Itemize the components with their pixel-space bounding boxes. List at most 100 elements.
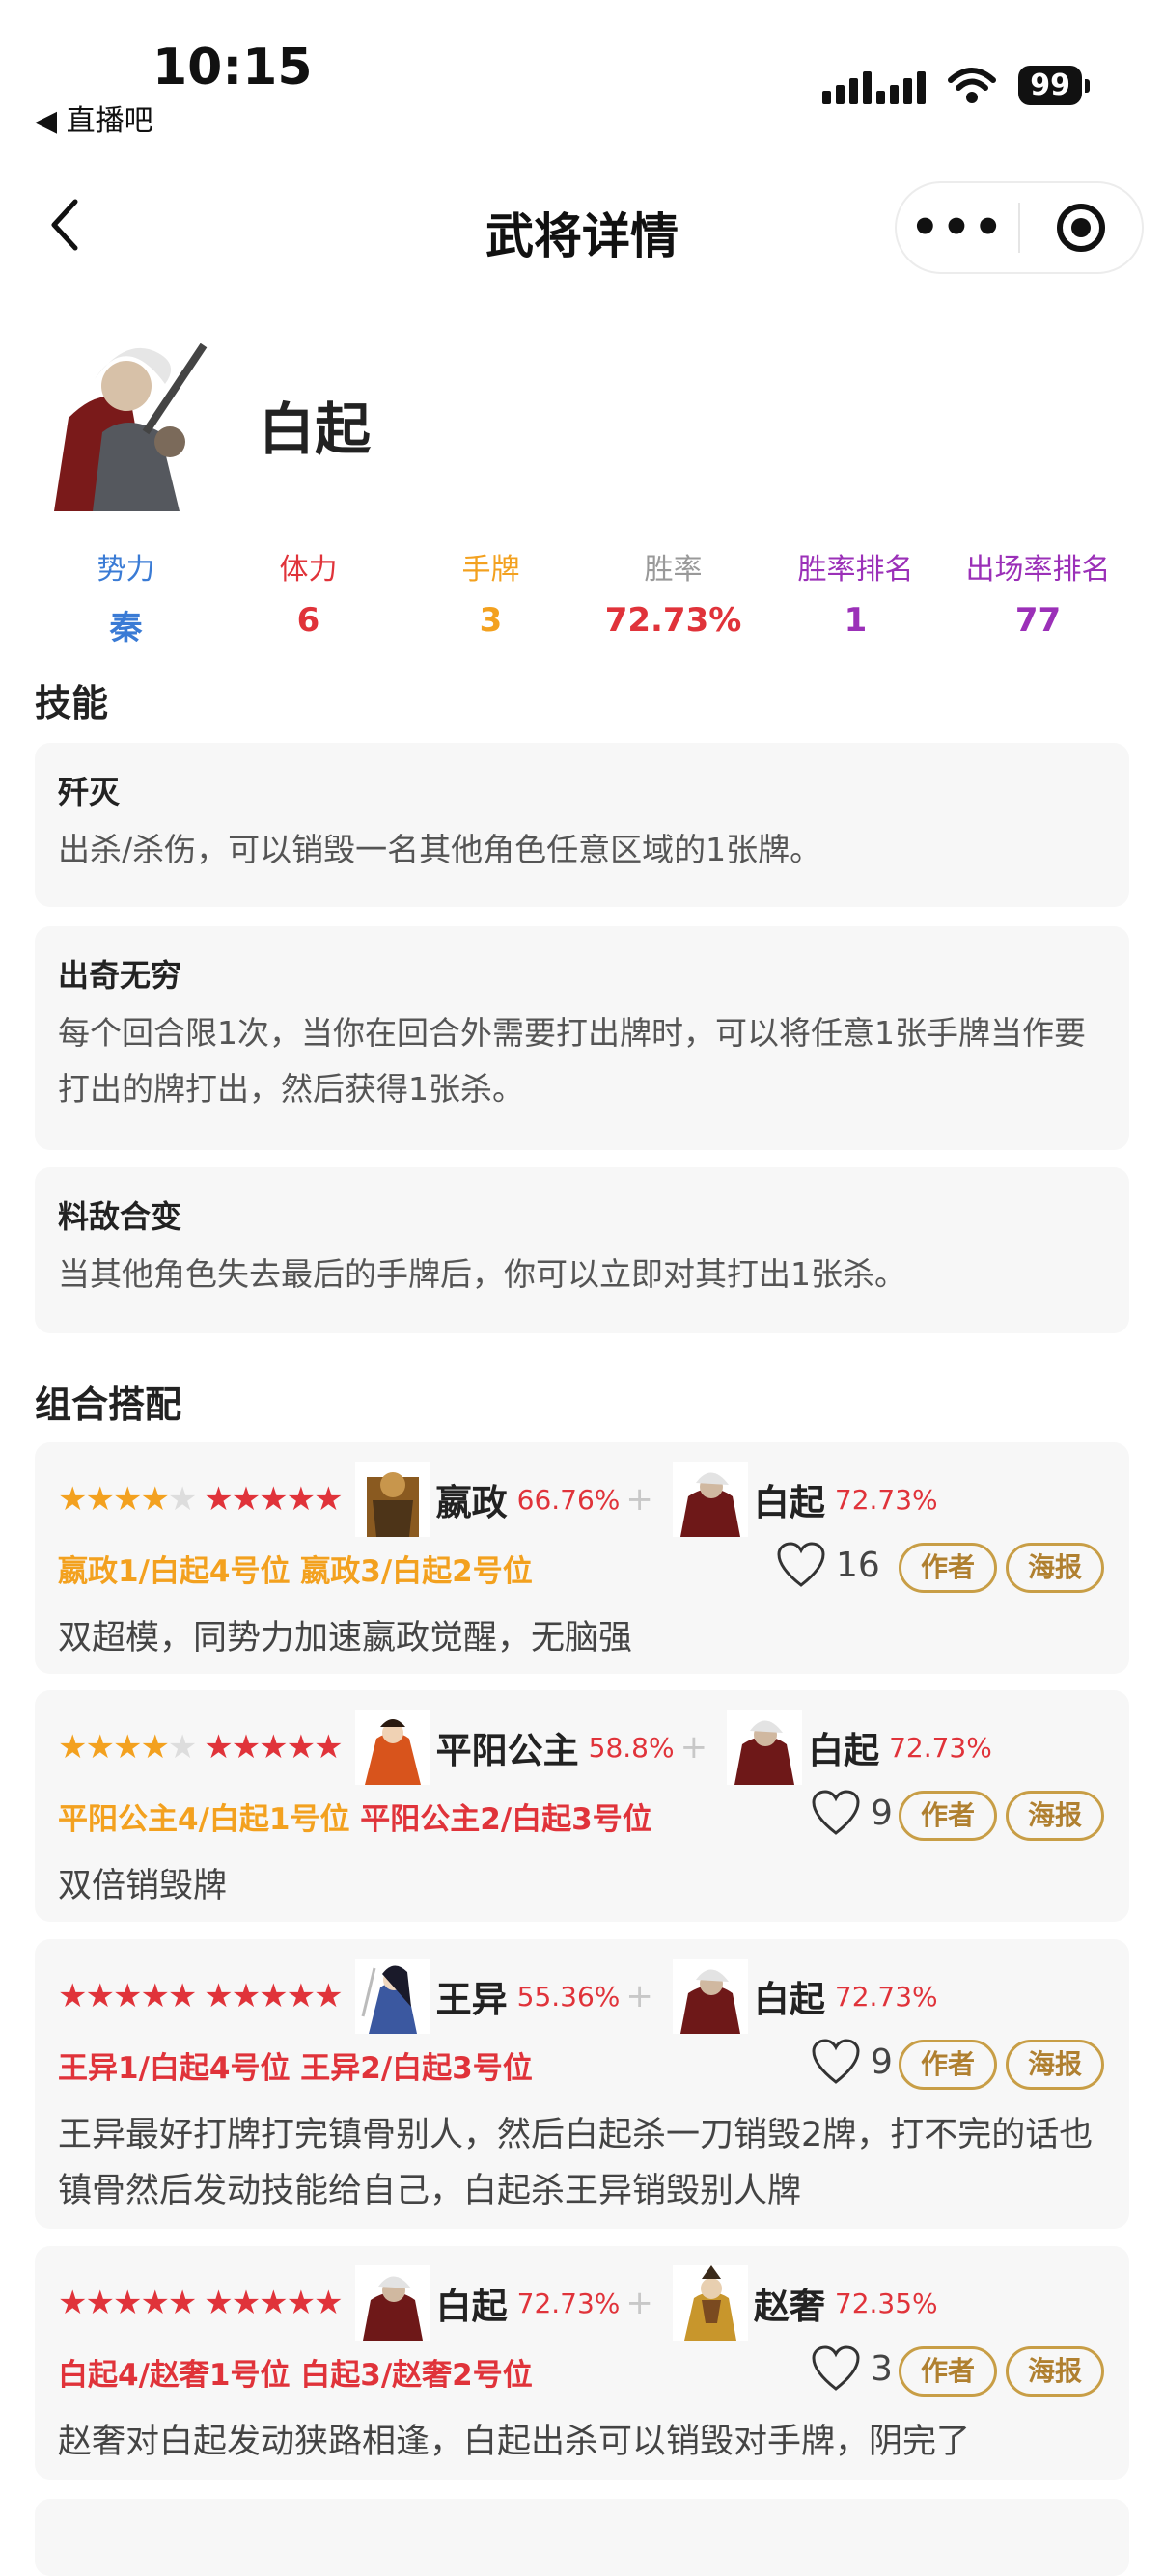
position-2: 平阳公主2/白起3号位 [360,1802,652,1837]
heart-icon [812,2345,860,2391]
combo-card[interactable] [35,2499,1129,2576]
position-info: 嬴政1/白起4号位 嬴政3/白起2号位 [58,1547,533,1590]
general-a-name: 嬴政 [435,1482,508,1523]
status-time: 10:15 [152,39,313,96]
stat-value: 秦 [109,609,143,647]
general-a-rate: 58.8% [588,1731,675,1764]
skill-desc: 每个回合限1次，当你在回合外需要打出牌时，可以将任意1张手牌当作要打出的牌打出，… [58,1014,1086,1108]
plus-sign: + [679,1728,708,1767]
combo-desc: 双倍销毁牌 [58,1867,228,1905]
general-b-rate: 72.73% [834,1980,938,2013]
position-1: 王异1/白起4号位 [58,2051,291,2086]
hero-stats: 势力 秦 体力 6 手牌 3 胜率 72.73% 胜率排名 1 出场率排名 77 [35,545,1129,648]
rating-stars: ★★★★★ ★★★★★ [58,1728,344,1767]
stat-hand: 手牌 3 [400,545,582,648]
rating-stars: ★★★★★ ★★★★★ [58,1977,344,2015]
stat-winrate: 胜率 72.73% [582,545,764,648]
poster-button[interactable]: 海报 [1006,1543,1104,1593]
skill-desc: 出杀/杀伤，可以销毁一名其他角色任意区域的1张牌。 [58,831,822,868]
general-a-rate: 66.76% [516,1483,621,1516]
position-1: 白起4/赵奢1号位 [58,2358,291,2393]
position-info: 平阳公主4/白起1号位 平阳公主2/白起3号位 [58,1795,652,1838]
like-count: 9 [871,2042,893,2082]
stat-faction: 势力 秦 [35,545,217,648]
like-count: 3 [871,2348,893,2389]
skill-desc: 当其他角色失去最后的手牌后，你可以立即对其打出1张杀。 [58,1255,906,1293]
more-icon[interactable]: ••• [897,201,1018,255]
general-a-rate: 55.36% [516,1980,621,2013]
combo-card[interactable]: ★★★★★ ★★★★★ 嬴政 66.76% + 白起 72.73% 嬴政1/白起… [35,1442,1129,1674]
back-arrow-icon[interactable] [48,198,79,266]
combo-card[interactable]: ★★★★★ ★★★★★ 白起 72.73% + 赵奢 72.35% 白起4/赵奢… [35,2246,1129,2480]
position-2: 王异2/白起3号位 [300,2051,533,2086]
general-a-name: 王异 [435,1979,508,2020]
general-thumbnail [354,1710,430,1785]
hero-name: 白起 [259,397,372,462]
signal-icon [822,68,927,104]
heart-icon [812,2039,860,2084]
general-thumbnail [354,1462,430,1537]
stat-value: 72.73% [604,601,742,640]
rating-stars: ★★★★★ ★★★★★ [58,1480,344,1519]
like-button[interactable]: 16 [776,1541,880,1589]
stat-label: 势力 [97,553,155,587]
skill-card: 出奇无穷 每个回合限1次，当你在回合外需要打出牌时，可以将任意1张手牌当作要打出… [35,926,1129,1150]
author-button[interactable]: 作者 [899,1543,997,1593]
position-1: 嬴政1/白起4号位 [58,1554,291,1589]
stat-health: 体力 6 [217,545,400,648]
skill-card: 料敌合变 当其他角色失去最后的手牌后，你可以立即对其打出1张杀。 [35,1167,1129,1333]
hero-avatar [35,326,218,511]
stat-label: 手牌 [461,553,520,587]
poster-button[interactable]: 海报 [1006,2346,1104,2397]
combo-card[interactable]: ★★★★★ ★★★★★ 王异 55.36% + 白起 72.73% 王异1/白起… [35,1939,1129,2229]
general-thumbnail [672,1959,748,2034]
poster-button[interactable]: 海报 [1006,2040,1104,2090]
combo-card[interactable]: ★★★★★ ★★★★★ 平阳公主 58.8% + 白起 72.73% 平阳公主4… [35,1690,1129,1922]
rating-stars: ★★★★★ ★★★★★ [58,2284,344,2322]
stat-value: 77 [1014,601,1062,640]
general-b-name: 白起 [753,1979,825,2020]
author-button[interactable]: 作者 [899,2346,997,2397]
author-button[interactable]: 作者 [899,2040,997,2090]
battery-icon: 99 [1018,66,1090,105]
close-target-icon[interactable] [1020,204,1142,252]
stat-label: 胜率 [644,553,703,587]
stat-value: 1 [844,601,868,640]
position-info: 白起4/赵奢1号位 白起3/赵奢2号位 [58,2350,533,2394]
general-a-name: 平阳公主 [435,1730,579,1771]
combo-desc: 王异最好打牌打完镇骨别人，然后白起杀一刀销毁2牌，打不完的话也镇骨然后发动技能给… [58,2116,1094,2210]
combo-desc: 双超模，同势力加速嬴政觉醒，无脑强 [58,1619,633,1658]
stat-label: 体力 [279,553,338,587]
skill-name: 歼灭 [58,774,121,810]
plus-sign: + [625,1977,653,2015]
plus-sign: + [625,2284,653,2322]
skill-card: 歼灭 出杀/杀伤，可以销毁一名其他角色任意区域的1张牌。 [35,743,1129,907]
general-thumbnail [354,1959,430,2034]
like-button[interactable]: 3 [811,2344,893,2393]
stat-winrate-rank: 胜率排名 1 [764,545,947,648]
like-count: 16 [836,1545,880,1585]
position-info: 王异1/白起4号位 王异2/白起3号位 [58,2043,533,2087]
general-thumbnail [672,1462,748,1537]
stat-pickrate-rank: 出场率排名 77 [947,545,1129,648]
poster-button[interactable]: 海报 [1006,1791,1104,1841]
like-button[interactable]: 9 [811,2038,893,2086]
author-button[interactable]: 作者 [899,1791,997,1841]
like-count: 9 [871,1793,893,1833]
combo-desc: 赵奢对白起发动狭路相逢，白起出杀可以销毁对手牌，阴完了 [58,2423,971,2461]
mini-program-capsule: ••• [895,181,1144,274]
general-b-name: 赵奢 [753,2286,825,2327]
like-button[interactable]: 9 [811,1789,893,1837]
general-b-rate: 72.73% [889,1731,992,1764]
position-1: 平阳公主4/白起1号位 [58,1802,350,1837]
wifi-icon [948,67,997,103]
plus-sign: + [625,1480,653,1519]
general-a-name: 白起 [435,2286,508,2327]
position-2: 嬴政3/白起2号位 [300,1554,533,1589]
general-b-name: 白起 [753,1482,825,1523]
back-to-app-link[interactable]: ◀ 直播吧 [35,96,153,139]
stat-label: 出场率排名 [965,553,1111,587]
stat-label: 胜率排名 [797,553,914,587]
heart-icon [777,1542,825,1587]
status-icons: 99 [822,66,1090,105]
